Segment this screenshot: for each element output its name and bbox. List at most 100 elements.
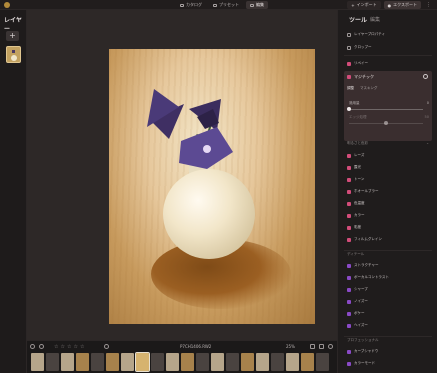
reject-icon[interactable] [39,344,44,349]
filmstrip-thumb[interactable] [196,353,209,371]
layer-thumbnail[interactable] [6,46,21,63]
filmstrip-thumb[interactable] [121,353,134,371]
tool-item[interactable]: カーブシャドウ [347,349,378,354]
filmstrip-thumb[interactable] [301,353,314,371]
photo-canvas[interactable] [27,10,337,340]
divider [344,55,432,56]
tool-item[interactable]: シャープ [347,287,368,292]
filmstrip-thumb[interactable] [226,353,239,371]
tool-label: ボーカルコントラスト [354,275,389,279]
amount-slider[interactable] [349,109,423,110]
edge-value[interactable]: 50 [425,115,429,119]
filmstrip-thumb[interactable] [211,353,224,371]
section-detail[interactable]: ディテール [347,252,364,257]
tool-item[interactable]: ノイズー [347,299,368,304]
tool-item[interactable]: ストラクチャー [347,263,378,268]
filmstrip-thumb[interactable] [271,353,284,371]
filmstrip-thumb[interactable] [316,353,329,371]
tab-edit-label: 編集 [256,2,264,7]
tab-catalog[interactable]: カタログ [176,1,206,9]
tool-item[interactable]: トーン [347,177,364,182]
active-tool-panel: マジチック 調整 マスキング [344,71,432,141]
tool-icon [347,287,351,292]
star-icon[interactable]: ☆ [73,344,77,350]
zoom-level[interactable]: 25% [286,344,295,349]
tools-subtitle[interactable]: 編集 [370,16,380,23]
star-icon[interactable]: ☆ [54,344,58,350]
edge-slider-knob[interactable] [384,121,388,125]
tab-presets[interactable]: プリセット [209,1,243,9]
add-layer-button[interactable]: + [6,31,19,41]
tool-item[interactable]: ホオールブラー [347,189,379,194]
tool-icon [347,189,351,194]
filmstrip-thumb[interactable] [61,353,74,371]
edited-photo[interactable] [109,49,315,324]
tool-label: カラーモード [354,361,375,365]
bellflowers [147,89,233,169]
tool-item[interactable]: 色温度 [347,201,365,206]
filmstrip-thumb-selected[interactable] [135,352,150,372]
tool-item[interactable]: 彩度 [347,225,361,230]
eye-icon[interactable] [328,344,333,349]
export-button[interactable]: ● エクスポート [383,1,421,9]
tab-masking[interactable]: マスキング [360,86,377,91]
active-tool-header[interactable]: マジチック [347,74,374,80]
tool-layer-properties[interactable]: レイヤープロパティ [347,32,385,37]
section-header-light-color[interactable]: 明るさと色彩 ⌄ [347,141,429,146]
crop-icon [347,45,351,50]
tool-item[interactable]: レーズ [347,153,364,158]
presets-icon [213,3,217,7]
filmstrip-thumb[interactable] [151,353,164,371]
tool-icon [347,263,351,268]
tool-item[interactable]: フィルムグレイン [347,237,382,242]
tool-icon [347,323,351,328]
filmstrip-thumb[interactable] [256,353,269,371]
color-label-icon[interactable] [104,344,109,349]
filmstrip-thumb[interactable] [91,353,104,371]
star-icon[interactable]: ☆ [67,344,71,350]
tool-item[interactable]: カラー [347,213,365,218]
tool-label: レイヤープロパティ [354,32,385,36]
magic-icon [347,75,351,79]
view-mode-icon[interactable] [319,344,324,349]
tool-label: フィルムグレイン [354,237,382,241]
tool-icon [347,201,351,206]
filmstrip-thumb[interactable] [181,353,194,371]
info-icon[interactable] [423,74,428,79]
filmstrip-thumb[interactable] [46,353,59,371]
section-professional[interactable]: プロフェッショナル [347,338,379,343]
tool-label: ボケー [354,311,365,315]
tool-label: カラー [354,213,365,217]
filmstrip-thumb[interactable] [31,353,44,371]
tool-label: シャープ [354,287,368,291]
flower-center [203,145,211,153]
tab-edit[interactable]: 編集 [246,1,268,9]
tools-title: ツール [349,17,368,24]
tool-repair[interactable]: リペイー [347,61,368,66]
star-icon[interactable]: ☆ [80,344,84,350]
compare-icon[interactable] [310,344,315,349]
tool-item[interactable]: カラーモード [347,361,375,366]
mini-flower-shape [12,50,15,53]
filmstrip-thumb[interactable] [166,353,179,371]
tab-adjust[interactable]: 調整 [347,86,354,91]
tool-item[interactable]: ヘイズー [347,323,368,328]
tool-item[interactable]: ボケー [347,311,365,316]
tool-item[interactable]: ボーカルコントラスト [347,275,389,280]
more-menu-icon[interactable]: ⋮ [424,2,433,8]
tool-icon [347,299,351,304]
tool-crop[interactable]: クロップー [347,45,372,50]
filmstrip-thumb[interactable] [286,353,299,371]
plus-icon: + [351,2,355,8]
amount-value[interactable]: 0 [427,101,429,105]
star-icon[interactable]: ☆ [60,344,64,350]
filmstrip-thumb[interactable] [241,353,254,371]
filmstrip-thumb[interactable] [76,353,89,371]
app-logo-icon[interactable] [4,2,10,8]
filmstrip-thumb[interactable] [106,353,119,371]
tool-item[interactable]: 露光 [347,165,361,170]
amount-slider-knob[interactable] [347,107,351,111]
import-button[interactable]: + インポート [347,1,381,9]
heart-icon[interactable] [30,344,35,349]
adjust-tabs: 調整 マスキング [347,86,377,91]
